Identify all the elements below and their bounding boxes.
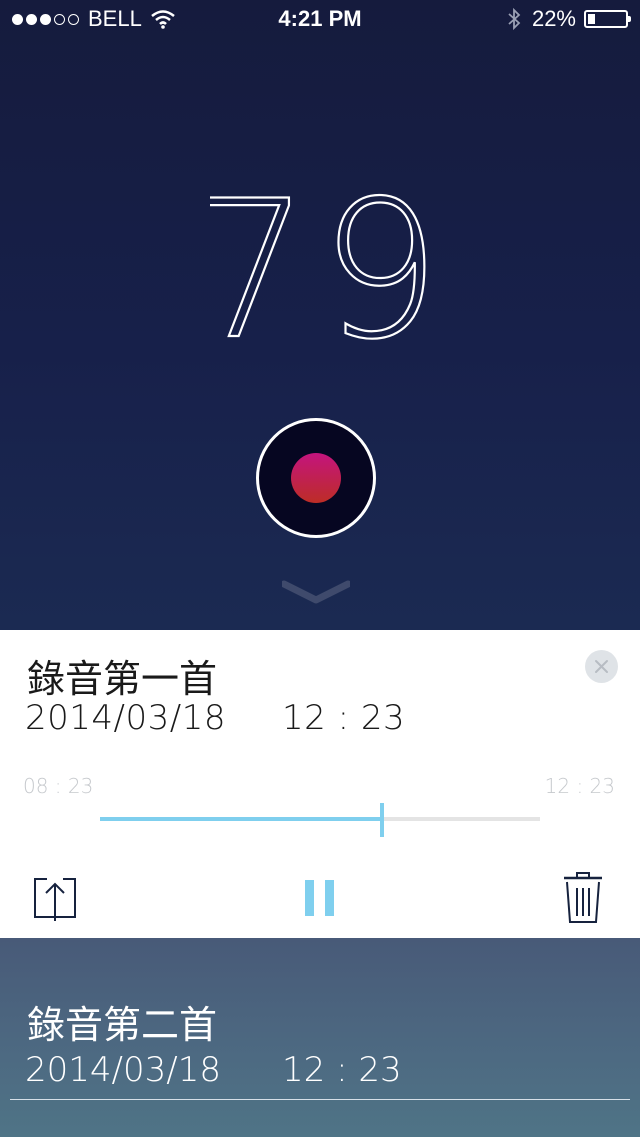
pause-button[interactable] [305,880,335,921]
playback-progress[interactable] [100,803,540,837]
trash-icon [564,872,602,923]
chevron-down-icon[interactable] [282,580,350,604]
recording-list-item[interactable]: 錄音第二首 2014/03/18 12 : 23 [0,938,640,1137]
status-bar: BELL 4:21 PM 22% [0,0,640,40]
share-icon [34,878,76,921]
battery-level [588,14,595,24]
record-button[interactable] [256,418,376,538]
status-right-group: 22% [506,6,631,32]
recording-title: 錄音第一首 [27,657,218,701]
bluetooth-icon [508,7,521,31]
recording-time: 12 : 23 [282,698,406,738]
recording-title: 錄音第二首 [27,1003,218,1047]
divider [10,1099,630,1100]
recording-date: 2014/03/18 [25,698,226,738]
recording-card: 錄音第一首 2014/03/18 12 : 23 08 : 23 12 : 23 [0,630,640,938]
record-dot-icon [291,453,341,503]
progress-handle[interactable] [379,803,384,837]
counter-digits: 79 [188,159,442,382]
close-button[interactable] [585,650,618,683]
share-button[interactable] [33,873,77,928]
recorder-panel: BELL 4:21 PM 22% 79 [0,0,640,630]
battery-icon [584,10,631,28]
delete-button[interactable] [563,872,603,929]
recording-counter: 79 [0,159,640,382]
elapsed-time: 08 : 23 [23,774,94,798]
close-icon [595,660,608,673]
battery-percent: 22% [531,6,576,31]
recording-date: 2014/03/18 [25,1050,221,1090]
total-time: 12 : 23 [544,774,615,798]
progress-fill [100,817,382,821]
pause-icon [305,880,334,916]
recording-time: 12 : 23 [282,1050,402,1090]
counter-text: 79 [210,190,430,340]
